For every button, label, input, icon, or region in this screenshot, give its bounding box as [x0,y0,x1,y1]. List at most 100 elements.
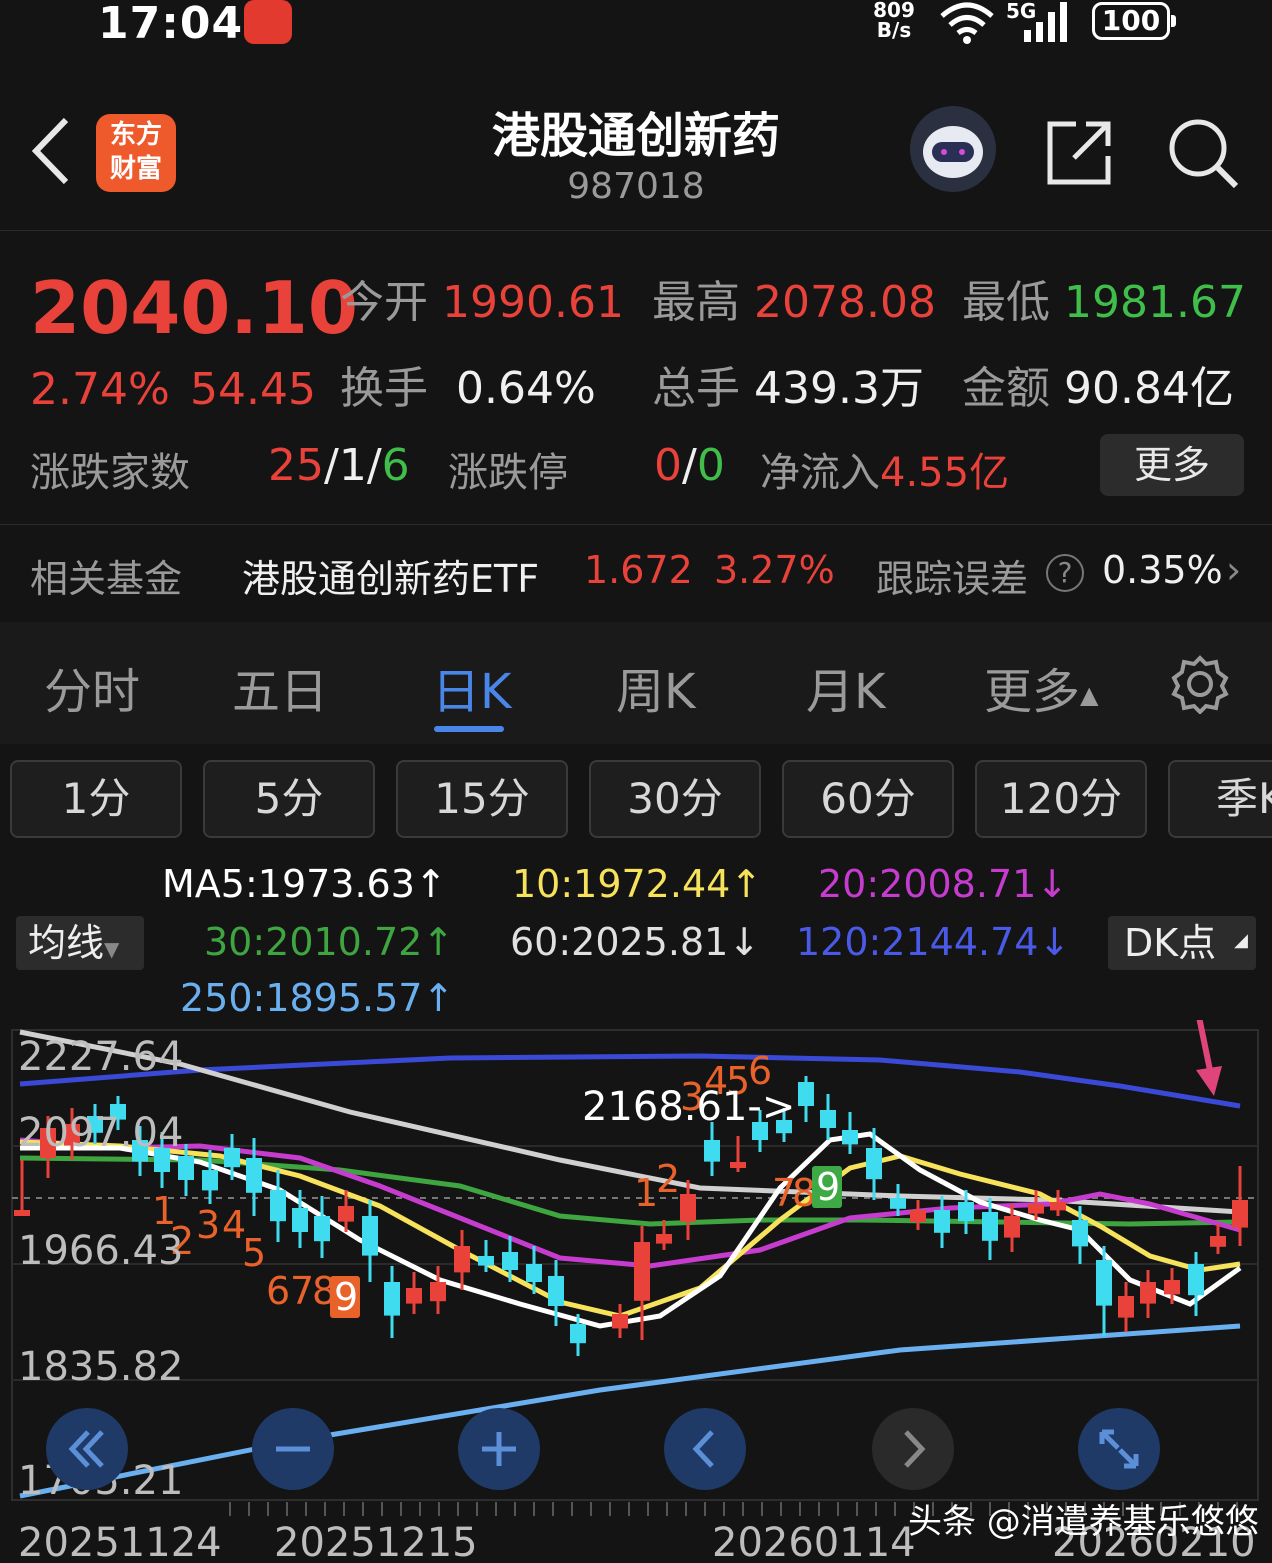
plus-icon [482,1432,516,1466]
candle-body [890,1198,906,1209]
limit-up: 0 [654,440,682,491]
corner-triangle-icon: ◢ [1234,930,1248,951]
period-15min[interactable]: 15分 [396,760,568,838]
candle-body [730,1162,746,1168]
limit-down: 0 [696,440,725,491]
candle-body [314,1216,330,1242]
chart-tabs: 分时 五日 日K 周K 月K 更多▲ [0,622,1272,744]
kline-chart[interactable]: 123456789123456789 2227.64 2097.04 1966.… [0,1020,1272,1563]
candle-body [958,1202,974,1222]
settings-gear-icon[interactable] [1170,654,1230,714]
period-selector: 1分 5分 15分 30分 60分 120分 季K [0,760,1272,840]
tab-monthly-k[interactable]: 月K [806,652,885,722]
high-field: 最高 2078.08 [652,266,936,330]
period-quarter[interactable]: 季K [1168,760,1272,838]
candle-body [430,1282,446,1302]
related-fund-row[interactable]: 相关基金 港股通创新药ETF 1.672 3.27% 跟踪误差 ? 0.35% … [0,524,1272,620]
candle-body [704,1140,720,1162]
candle-body [14,1210,30,1216]
share-icon[interactable] [1044,116,1116,188]
amount-value: 90.84亿 [1064,363,1234,414]
candle-body [338,1206,354,1222]
period-30min[interactable]: 30分 [589,760,761,838]
caret-up-icon: ▲ [1080,681,1099,709]
breadth-down: 6 [381,440,410,491]
double-chevron-left-icon [68,1430,104,1468]
tracking-error-label: 跟踪误差 [876,557,1029,601]
zoom-out-button[interactable] [252,1408,334,1490]
app-notification-icon [244,0,292,44]
ma5-legend: MA5:1973.63↑ [162,862,447,906]
back-icon[interactable] [30,116,72,186]
expand-icon [1099,1429,1139,1469]
fund-label: 相关基金 [30,557,183,601]
ma-type-select[interactable]: 均线▼ [16,916,144,970]
candle-body [612,1314,628,1329]
fund-price: 1.672 [584,548,693,592]
app-header: 东方财富 港股通创新药 987018 [0,60,1272,230]
change-percent: 2.74% [30,364,170,415]
ma20-legend: 20:2008.71↓ [818,862,1069,906]
period-5min[interactable]: 5分 [203,760,375,838]
tab-five-day[interactable]: 五日 [232,652,328,722]
help-icon[interactable]: ? [1046,554,1084,592]
scroll-left-button[interactable] [664,1408,746,1490]
period-60min[interactable]: 60分 [782,760,954,838]
candle-body [570,1324,586,1344]
fullscreen-button[interactable] [1078,1408,1160,1490]
candle-body [1096,1260,1112,1306]
period-1min[interactable]: 1分 [10,760,182,838]
dk-point-button[interactable]: DK点 ◢ [1108,916,1256,970]
candle-body [820,1110,836,1128]
annotation-arrowhead [1196,1066,1222,1096]
search-icon[interactable] [1166,116,1238,188]
tab-weekly-k[interactable]: 周K [616,652,695,722]
assistant-robot-icon[interactable] [910,106,996,192]
x-axis-label: 20251124 [18,1520,222,1563]
tab-daily-k[interactable]: 日K [432,652,511,722]
candle-body [1188,1264,1204,1296]
last-price: 2040.10 [30,266,358,350]
battery-icon: 100 [1092,2,1176,40]
chevron-right-icon [904,1430,926,1468]
limit-label: 涨跌停 [448,450,568,496]
candle-body [634,1242,650,1301]
candle-body [406,1288,422,1304]
candle-body [454,1246,470,1273]
open-value: 1990.61 [442,277,624,328]
td-count-down: 6 [266,1269,290,1313]
netflow-value: 4.55亿 [880,450,1010,496]
fund-change: 3.27% [714,548,835,592]
candle-body [202,1170,218,1191]
logo-text: 东方财富 [109,120,162,184]
volume-value: 439.3万 [754,363,924,414]
netflow-label: 净流入 [760,450,880,496]
change-amount: 54.45 [190,364,316,415]
high-label: 最高 [652,277,740,328]
zoom-in-button[interactable] [458,1408,540,1490]
open-field: 今开 1990.61 [340,266,624,330]
breadth-label: 涨跌家数 [30,450,190,496]
scroll-far-left-button[interactable] [46,1408,128,1490]
wifi-icon [940,2,994,44]
period-120min[interactable]: 120分 [975,760,1147,838]
td-count-down: 7 [290,1269,314,1313]
candle-body [502,1252,518,1270]
candle-body [1028,1204,1044,1214]
candle-body [478,1256,494,1266]
candle-body [1050,1202,1066,1211]
tab-more[interactable]: 更多▲ [984,652,1098,722]
more-button[interactable]: 更多 [1100,434,1244,496]
chevron-right-icon: › [1226,548,1242,592]
minus-icon [276,1446,310,1452]
peak-price-label: 2168.61-> [582,1084,796,1130]
td-count-up: 2 [656,1157,680,1201]
tab-intraday[interactable]: 分时 [44,652,140,722]
scroll-right-button[interactable] [872,1408,954,1490]
low-value: 1981.67 [1064,277,1246,328]
app-logo: 东方财富 [96,114,176,192]
candle-body [224,1148,240,1168]
ma250-legend: 250:1895.57↑ [180,976,455,1020]
ma250-line [19,1323,1241,1499]
candle-body [680,1194,696,1222]
